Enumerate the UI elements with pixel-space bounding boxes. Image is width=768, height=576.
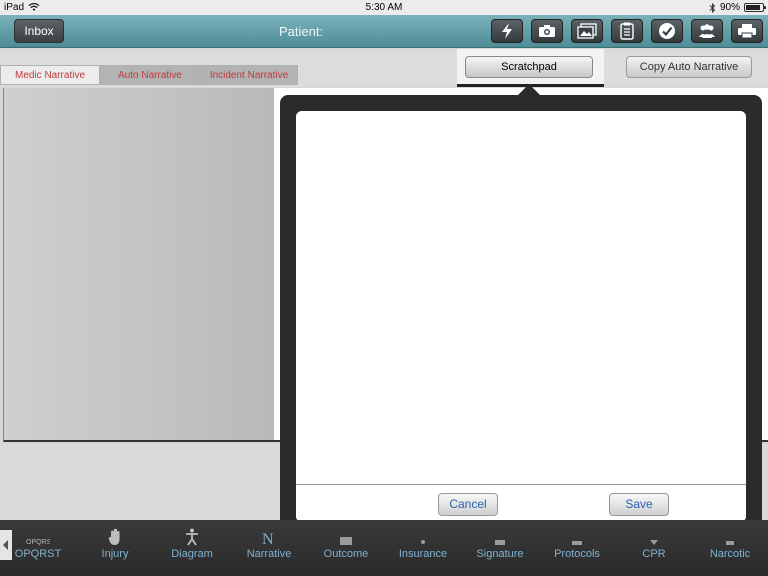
scratchpad-card: Cancel Save [296, 111, 746, 522]
people-icon[interactable] [691, 19, 723, 43]
toolbar-label: Insurance [398, 548, 448, 560]
toolbar-item-outcome[interactable]: Outcome [308, 522, 384, 574]
bluetooth-icon [709, 2, 716, 13]
toolbar-label: Narrative [246, 548, 292, 560]
inbox-button[interactable]: Inbox [14, 19, 64, 43]
toolbar-label: Diagram [171, 548, 213, 560]
scratchpad-textarea[interactable] [296, 111, 746, 484]
checkmark-icon[interactable] [651, 19, 683, 43]
protocols-icon [572, 541, 582, 545]
printer-icon[interactable] [731, 19, 763, 43]
status-right: 90% [709, 0, 766, 15]
cpr-icon [650, 540, 658, 545]
battery-icon [744, 3, 766, 12]
tab-medic-narrative[interactable]: Medic Narrative [0, 65, 100, 85]
patient-label: Patient: [279, 24, 324, 39]
toolbar-label: Protocols [554, 548, 600, 560]
toolbar-item-narrative[interactable]: N Narrative [231, 522, 307, 574]
tab-incident-narrative[interactable]: Incident Narrative [200, 65, 298, 85]
toolbar-label: Signature [476, 548, 524, 560]
status-bar: iPad 5:30 AM 90% [0, 0, 768, 15]
header-bar: Inbox Patient: [0, 15, 768, 48]
toolbar-label: Outcome [323, 548, 369, 560]
toolbar-item-cpr[interactable]: CPR [616, 522, 692, 574]
copy-auto-narrative-button[interactable]: Copy Auto Narrative [626, 56, 752, 78]
narrative-text-area[interactable] [3, 88, 279, 442]
hand-icon [108, 528, 120, 545]
toolbar-label: CPR [642, 548, 666, 560]
narrative-tab-strip: Medic Narrative Auto Narrative Incident … [0, 49, 768, 87]
toolbar-item-diagram[interactable]: Diagram [154, 522, 230, 574]
opqrst-icon: OPQRST [26, 539, 50, 546]
insurance-icon [421, 540, 425, 544]
camera-icon[interactable] [531, 19, 563, 43]
narrative-icon: N [262, 531, 274, 546]
outcome-icon [340, 537, 352, 545]
signature-icon [495, 540, 505, 545]
toolbar-item-insurance[interactable]: Insurance [385, 522, 461, 574]
toolbar-item-injury[interactable]: Injury [77, 522, 153, 574]
narcotic-icon [726, 541, 734, 545]
photos-icon[interactable] [571, 19, 603, 43]
toolbar-label: Injury [101, 548, 129, 560]
bottom-toolbar: OPQRST OPQRST Injury Diagram N Narrative… [0, 520, 768, 576]
toolbar-label: Narcotic [709, 548, 751, 560]
toolbar-item-signature[interactable]: Signature [462, 522, 538, 574]
toolbar-scroll-left-icon[interactable] [0, 530, 12, 560]
save-button[interactable]: Save [609, 493, 669, 516]
svg-text:N: N [262, 531, 274, 546]
clipboard-icon[interactable] [611, 19, 643, 43]
toolbar-item-protocols[interactable]: Protocols [539, 522, 615, 574]
battery-percent: 90% [719, 2, 740, 13]
tab-auto-narrative[interactable]: Auto Narrative [100, 65, 200, 85]
body-diagram-icon [186, 528, 198, 546]
toolbar-item-narcotic[interactable]: Narcotic [692, 522, 768, 574]
svg-text:OPQRST: OPQRST [26, 539, 50, 546]
scratchpad-button[interactable]: Scratchpad [465, 56, 593, 78]
clock: 5:30 AM [365, 2, 403, 13]
lightning-icon[interactable] [491, 19, 523, 43]
cancel-button[interactable]: Cancel [438, 493, 498, 516]
scratchpad-footer: Cancel Save [296, 484, 746, 522]
